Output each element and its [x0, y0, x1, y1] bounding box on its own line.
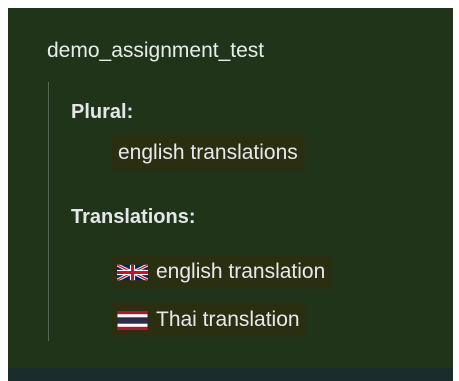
translations-label: Translations: — [71, 206, 196, 228]
plural-value[interactable]: english translations — [112, 135, 305, 171]
translation-item-thai[interactable]: Thai translation — [111, 303, 306, 337]
screenshot-frame: demo_assignment_test Plural: english tra… — [0, 0, 459, 381]
translation-item-english[interactable]: english translation — [111, 255, 332, 289]
entry-title[interactable]: demo_assignment_test — [47, 38, 264, 64]
thailand-flag-icon — [117, 310, 148, 330]
translation-text: Thai translation — [156, 308, 300, 331]
bottom-bar — [8, 368, 453, 381]
plural-label: Plural: — [71, 101, 134, 123]
uk-flag-icon — [117, 263, 148, 282]
translation-text: english translation — [156, 260, 326, 283]
tree-guide-line — [48, 82, 49, 341]
